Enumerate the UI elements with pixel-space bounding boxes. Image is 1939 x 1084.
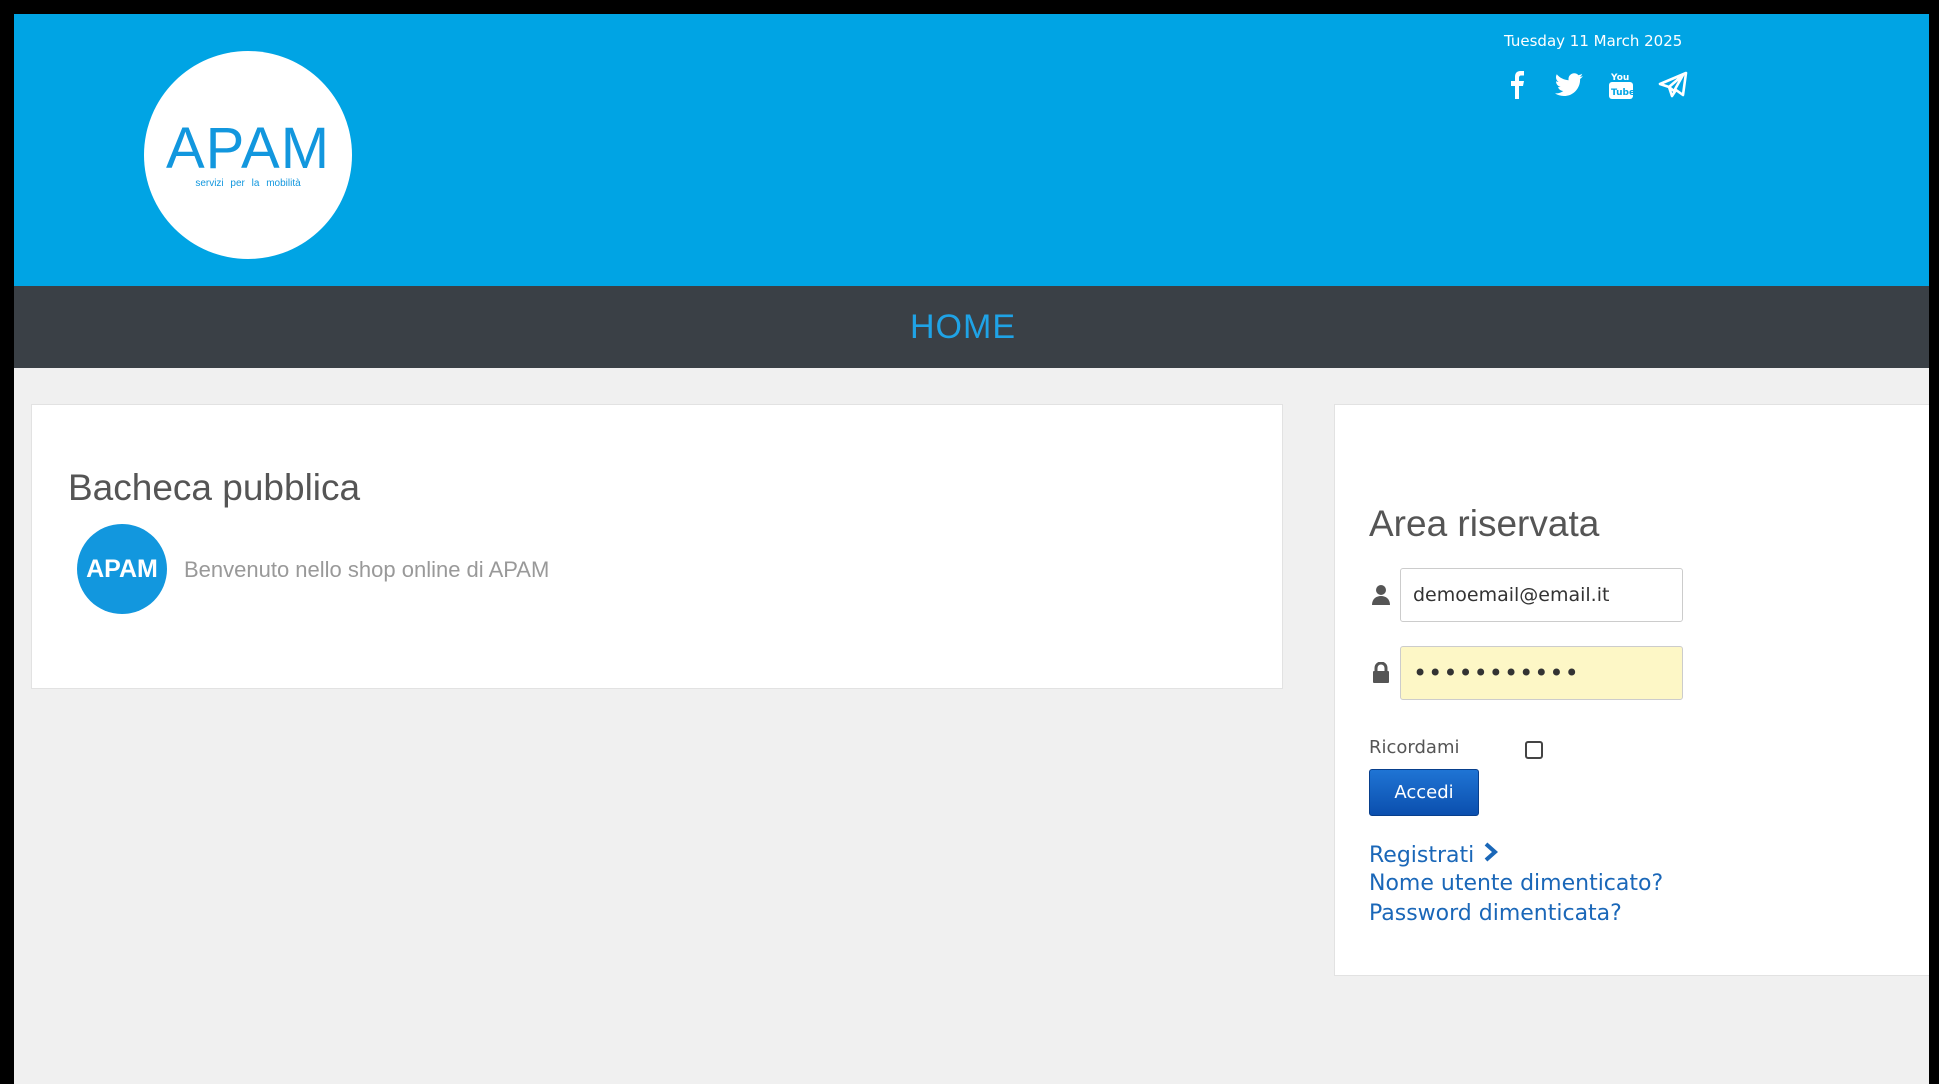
svg-text:You: You — [1610, 73, 1629, 83]
login-title: Area riservata — [1369, 503, 1600, 544]
browser-page: APAM servizi per la mobilità Tuesday 11 … — [14, 14, 1929, 1084]
remember-label: Ricordami — [1369, 737, 1460, 758]
apam-logo[interactable]: APAM servizi per la mobilità — [144, 51, 352, 259]
bacheca-title: Bacheca pubblica — [68, 467, 361, 508]
remember-checkbox[interactable] — [1525, 741, 1543, 759]
login-panel: Area riservata Ricordami Accedi Registra… — [1334, 404, 1929, 976]
twitter-icon[interactable] — [1554, 70, 1584, 100]
register-link[interactable]: Registrati — [1369, 842, 1499, 868]
register-label: Registrati — [1369, 842, 1475, 868]
telegram-icon[interactable] — [1658, 70, 1688, 100]
lock-icon — [1369, 661, 1393, 685]
logo-subtitle: servizi per la mobilità — [195, 177, 301, 189]
chevron-right-icon — [1484, 842, 1499, 868]
email-field[interactable] — [1400, 568, 1683, 622]
youtube-icon[interactable]: You Tube — [1606, 70, 1636, 100]
user-icon — [1369, 583, 1393, 607]
nav-home-link[interactable]: HOME — [910, 308, 1016, 347]
forgot-password-link[interactable]: Password dimenticata? — [1369, 901, 1622, 926]
site-header: APAM servizi per la mobilità Tuesday 11 … — [14, 14, 1929, 286]
svg-text:Tube: Tube — [1611, 88, 1634, 98]
password-field[interactable] — [1400, 646, 1683, 700]
forgot-username-link[interactable]: Nome utente dimenticato? — [1369, 871, 1663, 896]
post-avatar-text: APAM — [86, 555, 158, 583]
post-avatar: APAM — [77, 524, 167, 614]
login-button[interactable]: Accedi — [1369, 769, 1479, 816]
bacheca-panel: Bacheca pubblica APAM Benvenuto nello sh… — [31, 404, 1283, 689]
current-date: Tuesday 11 March 2025 — [1504, 32, 1683, 50]
main-navbar: HOME — [14, 286, 1929, 368]
facebook-icon[interactable] — [1502, 70, 1532, 100]
logo-text: APAM — [165, 115, 331, 181]
post-message: Benvenuto nello shop online di APAM — [184, 557, 550, 582]
social-links: You Tube — [1502, 70, 1688, 100]
